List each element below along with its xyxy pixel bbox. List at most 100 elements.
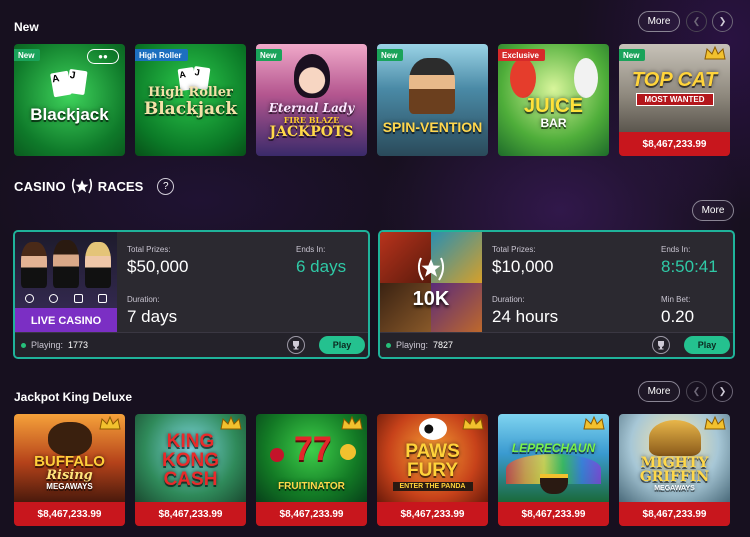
- playing-label: Playing:: [396, 340, 429, 350]
- live-casino-label: LIVE CASINO: [15, 308, 117, 334]
- play-button[interactable]: Play: [684, 336, 730, 354]
- playing-count: Playing: 1773: [21, 340, 88, 350]
- game-tile-juice-bar[interactable]: Exclusive JUICE BAR: [498, 44, 609, 156]
- game-art-paws-of-fury: PAWS FURY ENTER THE PANDA: [377, 414, 488, 502]
- trophy-icon[interactable]: [287, 336, 305, 354]
- game-title-line3: MEGAWAYS: [654, 485, 695, 492]
- race-10k-label: 10K: [412, 288, 450, 310]
- new-more-button[interactable]: More: [638, 11, 680, 32]
- online-dot-icon: [386, 342, 391, 348]
- duration-label: Duration:: [492, 295, 525, 304]
- game-title-line1: Eternal Lady: [268, 101, 355, 115]
- game-title-line2: Blackjack: [143, 99, 238, 119]
- jackpot-amount: $8,467,233.99: [498, 502, 609, 526]
- game-tile-paws-of-fury[interactable]: PAWS FURY ENTER THE PANDA $8,467,233.99: [377, 414, 488, 526]
- jackpot-amount: $8,467,233.99: [619, 132, 730, 156]
- game-tile-spin-vention[interactable]: New SPIN-VENTION: [377, 44, 488, 156]
- game-art-top-cat: New TOP CAT MOST WANTED: [619, 44, 730, 132]
- game-art-spin-vention: New SPIN-VENTION: [377, 44, 488, 156]
- roulette-icon: [24, 293, 34, 303]
- game-icons-row: [17, 292, 115, 304]
- jackpot-next-arrow[interactable]: ❯: [712, 381, 733, 402]
- trophy-icon[interactable]: [652, 336, 670, 354]
- section-title-new: New: [14, 20, 39, 34]
- game-title-line3: ENTER THE PANDA: [392, 482, 473, 491]
- game-tile-blackjack[interactable]: New ●● A J Blackjack: [14, 44, 125, 156]
- game-title-line1: KING: [166, 431, 215, 452]
- jackpot-amount: $8,467,233.99: [14, 502, 125, 526]
- new-next-arrow[interactable]: ❯: [712, 11, 733, 32]
- game-tile-fruitinator[interactable]: 77 FRUITINATOR $8,467,233.99: [256, 414, 367, 526]
- panda-figure: [419, 418, 447, 440]
- card-icon: [98, 293, 108, 303]
- playing-value: 1773: [68, 340, 89, 350]
- character-figure: [409, 58, 455, 114]
- game-title: SPIN-VENTION: [382, 119, 483, 135]
- game-art-buffalo-rising: BUFFALO Rising MEGAWAYS: [14, 414, 125, 502]
- races-more-button[interactable]: More: [692, 200, 734, 221]
- laurel-star-icon: [417, 257, 445, 281]
- race-footer: Playing: 1773 Play: [15, 332, 368, 357]
- multiplayer-icon: ●●: [87, 49, 119, 64]
- jackpot-games-row: BUFFALO Rising MEGAWAYS $8,467,233.99 KI…: [14, 414, 730, 526]
- game-art-mighty-griffin: MIGHTY GRIFFIN MEGAWAYS: [619, 414, 730, 502]
- jackpot-more-button[interactable]: More: [638, 381, 680, 402]
- ends-in-value: 6 days: [296, 257, 347, 276]
- race-card-10k[interactable]: 10K Total Prizes: $10,000 Ends In: 8:50:…: [378, 230, 735, 359]
- game-title-line1: BUFFALO: [34, 453, 105, 470]
- game-badge: New: [377, 49, 404, 61]
- jackpot-prev-arrow[interactable]: ❮: [686, 381, 707, 402]
- game-title-line3: CASH: [163, 469, 218, 490]
- game-title-line1: TOP CAT: [631, 69, 718, 91]
- playing-card-icon: J: [66, 68, 88, 96]
- question-mark-icon[interactable]: ?: [157, 177, 175, 195]
- game-title-line1: High Roller: [148, 85, 233, 100]
- jackpot-amount: $8,467,233.99: [135, 502, 246, 526]
- game-art-leprechaun: LEPRECHAUN: [498, 414, 609, 502]
- griffin-figure: [649, 420, 701, 456]
- game-art-blackjack: New ●● A J Blackjack: [14, 44, 125, 156]
- game-tile-eternal-lady[interactable]: New Eternal Lady FIRE BLAZE JACKPOTS: [256, 44, 367, 156]
- ends-in-label: Ends In:: [296, 245, 326, 254]
- total-prizes-value: $10,000: [492, 257, 554, 276]
- ends-in-value: 8:50:41: [661, 257, 718, 276]
- pot-of-gold-icon: [540, 474, 568, 494]
- crown-icon: [704, 416, 726, 430]
- playing-label: Playing:: [31, 340, 64, 350]
- new-prev-arrow[interactable]: ❮: [686, 11, 707, 32]
- race-card-live-casino[interactable]: LIVE CASINO Total Prizes: $50,000 Ends I…: [13, 230, 370, 359]
- seven-symbol: 77: [294, 430, 332, 468]
- lemon-icon: [340, 444, 356, 460]
- wheel-icon: [49, 293, 59, 303]
- game-badge: New: [14, 49, 41, 61]
- dealer-figure: [85, 242, 111, 288]
- game-badge: New: [256, 49, 283, 61]
- chip-icon: [73, 293, 83, 303]
- playing-count: Playing: 7827: [386, 340, 453, 350]
- game-tile-buffalo-rising[interactable]: BUFFALO Rising MEGAWAYS $8,467,233.99: [14, 414, 125, 526]
- game-title-line3: MEGAWAYS: [46, 482, 93, 491]
- game-tile-leprechaun[interactable]: LEPRECHAUN $8,467,233.99: [498, 414, 609, 526]
- crown-icon: [341, 416, 363, 430]
- dealer-figure: [21, 242, 47, 288]
- parrot-figure: [510, 58, 536, 98]
- game-tile-high-roller-blackjack[interactable]: High Roller A J High Roller Blackjack: [135, 44, 246, 156]
- total-prizes-label: Total Prizes:: [492, 245, 536, 254]
- duration-value: 24 hours: [492, 307, 559, 326]
- play-button[interactable]: Play: [319, 336, 365, 354]
- jackpot-amount: $8,467,233.99: [619, 502, 730, 526]
- game-tile-top-cat[interactable]: New TOP CAT MOST WANTED $8,467,233.99: [619, 44, 730, 156]
- min-bet-label: Min Bet:: [661, 295, 691, 304]
- chevron-left-icon: ❮: [692, 16, 701, 26]
- section-title-jackpot-king: Jackpot King Deluxe: [14, 390, 133, 404]
- race-thumb-live-casino: LIVE CASINO: [15, 232, 117, 334]
- crown-icon: [704, 46, 726, 60]
- game-tile-mighty-griffin[interactable]: MIGHTY GRIFFIN MEGAWAYS $8,467,233.99: [619, 414, 730, 526]
- total-prizes-label: Total Prizes:: [127, 245, 171, 254]
- game-tile-king-kong-cash[interactable]: KING KONG CASH $8,467,233.99: [135, 414, 246, 526]
- ends-in-label: Ends In:: [661, 245, 691, 254]
- game-art-king-kong-cash: KING KONG CASH: [135, 414, 246, 502]
- parrot-figure: [574, 58, 598, 98]
- jackpot-amount: $8,467,233.99: [256, 502, 367, 526]
- online-dot-icon: [21, 342, 26, 348]
